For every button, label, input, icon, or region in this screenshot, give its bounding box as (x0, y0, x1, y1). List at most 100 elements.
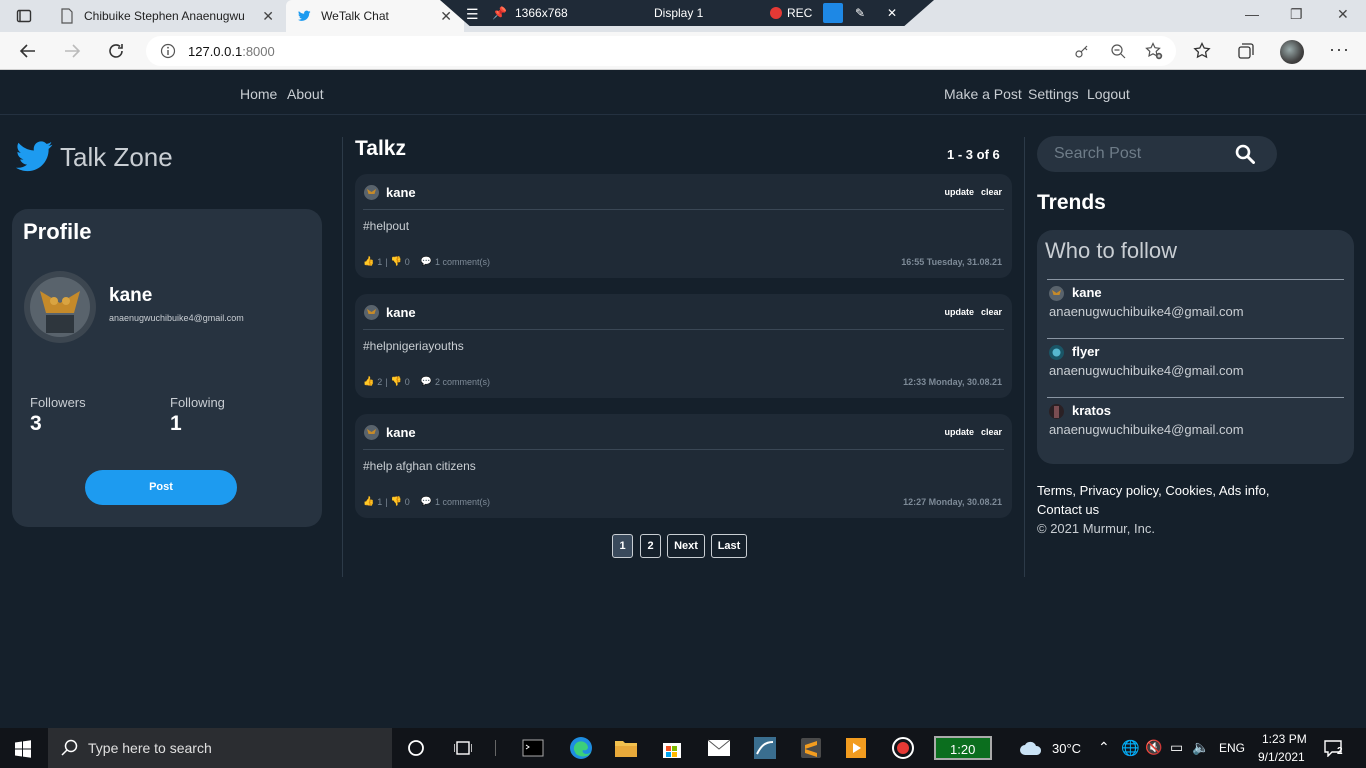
search-box[interactable]: Search Post (1037, 136, 1277, 172)
thumbs-up-icon[interactable]: 👍 (363, 376, 374, 387)
minimize-icon[interactable]: — (1245, 6, 1259, 22)
comment-count[interactable]: 2 comment(s) (435, 377, 490, 387)
back-icon[interactable] (19, 42, 37, 60)
mysql-icon[interactable] (753, 736, 777, 760)
task-view-icon[interactable] (454, 739, 472, 757)
thumbs-down-icon[interactable]: 👎 (391, 496, 402, 507)
key-icon[interactable] (1074, 43, 1090, 59)
screen-recorder-icon[interactable] (891, 736, 915, 760)
footer-link-privacy[interactable]: Privacy policy (1080, 483, 1159, 498)
favorites-icon[interactable] (1193, 42, 1211, 60)
post-author[interactable]: kane (386, 425, 416, 440)
search-input[interactable]: Search Post (1054, 145, 1141, 163)
zoom-out-icon[interactable] (1110, 43, 1126, 59)
tab-wetalk[interactable]: WeTalk Chat ✕ (286, 0, 464, 32)
thumbs-down-icon[interactable]: 👎 (391, 376, 402, 387)
nav-home[interactable]: Home (240, 86, 277, 102)
more-options-icon[interactable]: ··· (1329, 39, 1350, 60)
follow-suggestion[interactable]: kratos anaenugwuchibuike4@gmail.com (1047, 397, 1344, 456)
add-favorite-icon[interactable] (1145, 42, 1163, 60)
comment-icon[interactable]: 💬 (421, 256, 432, 267)
close-window-icon[interactable]: ✕ (1337, 6, 1349, 23)
volume-icon[interactable]: 🔈 (1192, 739, 1209, 756)
network-icon[interactable]: 🌐 (1121, 739, 1140, 757)
comment-icon[interactable]: 💬 (421, 496, 432, 507)
brand-logo[interactable]: Talk Zone (16, 141, 173, 173)
temperature[interactable]: 30°C (1052, 741, 1081, 756)
windows-start-icon[interactable] (14, 740, 32, 758)
tab-chibuike[interactable]: Chibuike Stephen Anaenugwu ✕ (48, 0, 286, 32)
file-explorer-icon[interactable] (614, 737, 638, 759)
author-avatar[interactable] (364, 185, 379, 200)
page-2-button[interactable]: 2 (640, 534, 661, 558)
comment-count[interactable]: 1 comment(s) (435, 497, 490, 507)
thumbs-up-icon[interactable]: 👍 (363, 496, 374, 507)
post-author[interactable]: kane (386, 185, 416, 200)
mail-icon[interactable] (707, 739, 731, 757)
menu-icon[interactable]: ☰ (466, 6, 479, 23)
update-link[interactable]: update (944, 187, 974, 197)
clock-time[interactable]: 1:23 PM (1262, 732, 1307, 746)
pen-icon[interactable]: ✎ (855, 6, 865, 20)
capture-icon[interactable] (823, 3, 843, 23)
avatar[interactable] (24, 271, 96, 343)
forward-icon[interactable] (63, 42, 81, 60)
nav-about[interactable]: About (287, 86, 324, 102)
thumbs-down-icon[interactable]: 👎 (391, 256, 402, 267)
close-recorder-icon[interactable]: ✕ (887, 6, 897, 20)
clear-link[interactable]: clear (981, 187, 1002, 197)
clock-date[interactable]: 9/1/2021 (1258, 750, 1305, 764)
footer-link-terms[interactable]: Terms (1037, 483, 1072, 498)
author-avatar[interactable] (364, 425, 379, 440)
cortana-icon[interactable] (407, 739, 425, 757)
display-label[interactable]: Display 1 (654, 6, 703, 20)
address-bar[interactable]: 127.0.0.1:8000 (146, 36, 1176, 66)
weather-cloud-icon[interactable] (1019, 740, 1043, 756)
footer-link-cookies[interactable]: Cookies (1165, 483, 1212, 498)
nav-settings[interactable]: Settings (1028, 86, 1079, 102)
nav-make-a-post[interactable]: Make a Post (944, 86, 1022, 102)
clear-link[interactable]: clear (981, 427, 1002, 437)
show-hidden-icons-icon[interactable]: ⌃ (1098, 739, 1110, 756)
follow-suggestion[interactable]: flyer anaenugwuchibuike4@gmail.com (1047, 338, 1344, 397)
search-icon[interactable] (1235, 144, 1255, 164)
post-button[interactable]: Post (85, 470, 237, 505)
close-tab-icon[interactable]: ✕ (440, 8, 452, 25)
battery-icon[interactable]: ▭ (1170, 739, 1183, 756)
thumbs-up-icon[interactable]: 👍 (363, 256, 374, 267)
taskbar-search[interactable]: Type here to search (48, 728, 392, 768)
follow-suggestion[interactable]: kane anaenugwuchibuike4@gmail.com (1047, 279, 1344, 338)
pin-icon[interactable]: 📌 (492, 6, 507, 20)
clear-link[interactable]: clear (981, 307, 1002, 317)
author-avatar[interactable] (364, 305, 379, 320)
terminal-icon[interactable] (522, 738, 544, 758)
footer-link-ads-info[interactable]: Ads info (1219, 483, 1266, 498)
nav-logout[interactable]: Logout (1087, 86, 1130, 102)
footer-link-contact[interactable]: Contact us (1037, 502, 1099, 517)
update-link[interactable]: update (944, 427, 974, 437)
last-page-button[interactable]: Last (711, 534, 747, 558)
info-icon[interactable] (160, 43, 176, 59)
store-icon[interactable] (661, 737, 683, 759)
sublime-icon[interactable] (800, 737, 822, 759)
post-author[interactable]: kane (386, 305, 416, 320)
tab-actions-icon[interactable] (16, 8, 32, 24)
suggestion-name[interactable]: kratos (1072, 403, 1111, 418)
record-dot-icon[interactable] (770, 7, 782, 19)
profile-avatar[interactable] (1280, 40, 1304, 64)
suggestion-name[interactable]: kane (1072, 285, 1102, 300)
update-link[interactable]: update (944, 307, 974, 317)
comment-icon[interactable]: 💬 (421, 376, 432, 387)
suggestion-name[interactable]: flyer (1072, 344, 1099, 359)
restore-icon[interactable]: ❐ (1290, 6, 1303, 23)
rec-label[interactable]: REC (787, 6, 812, 20)
language-indicator[interactable]: ENG (1219, 741, 1245, 755)
followers-count[interactable]: 3 (30, 412, 42, 436)
close-tab-icon[interactable]: ✕ (262, 8, 274, 25)
collections-icon[interactable] (1237, 42, 1255, 60)
speaker-muted-icon[interactable]: 🔇 (1145, 739, 1162, 756)
media-player-icon[interactable] (845, 737, 867, 759)
comment-count[interactable]: 1 comment(s) (435, 257, 490, 267)
refresh-icon[interactable] (107, 42, 125, 60)
following-count[interactable]: 1 (170, 412, 182, 436)
